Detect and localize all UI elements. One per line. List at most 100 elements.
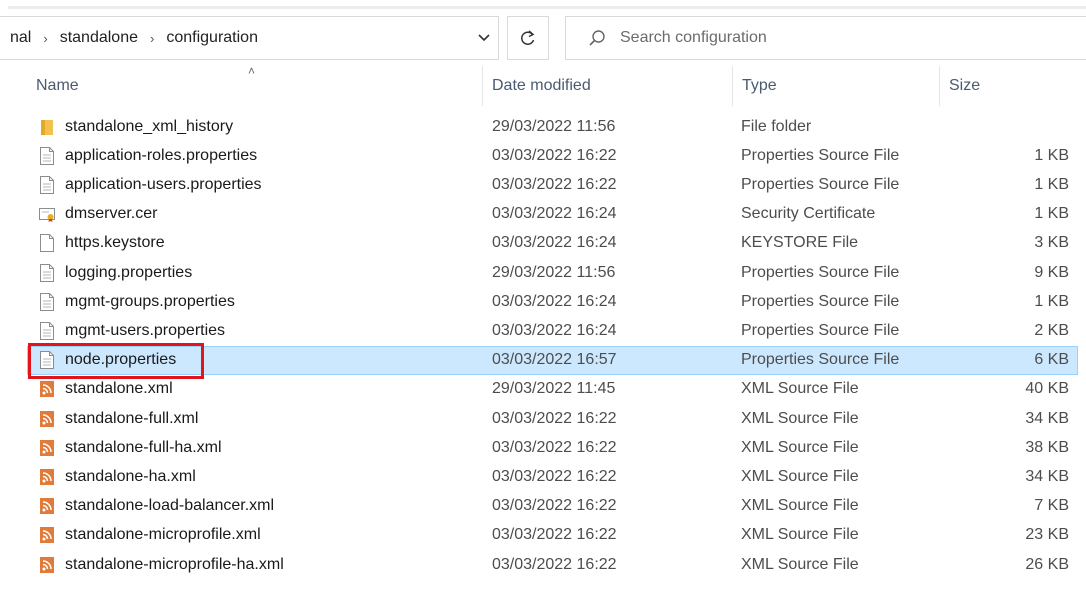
properties-file-icon — [38, 292, 56, 312]
file-row[interactable]: standalone-load-balancer.xml 03/03/2022 1… — [27, 492, 1078, 521]
file-type: KEYSTORE File — [741, 234, 859, 252]
file-name-cell: https.keystore — [38, 230, 165, 257]
xml-file-icon — [38, 525, 56, 545]
file-date-modified: 03/03/2022 16:24 — [492, 292, 617, 310]
file-name: dmserver.cer — [65, 205, 158, 223]
file-type: XML Source File — [741, 467, 859, 485]
file-date-modified: 03/03/2022 16:24 — [492, 321, 617, 339]
file-row[interactable]: https.keystore 03/03/2022 16:24 KEYSTORE F… — [27, 229, 1078, 258]
column-header-size-label: Size — [949, 77, 981, 94]
file-row[interactable]: mgmt-users.properties 03/03/2022 16:24 Pro… — [27, 316, 1078, 345]
file-name-cell: mgmt-groups.properties — [38, 288, 235, 315]
file-size: 34 KB — [1025, 467, 1069, 485]
file-date-modified: 03/03/2022 16:22 — [492, 409, 617, 427]
file-size: 3 KB — [1034, 234, 1069, 252]
file-row[interactable]: standalone-microprofile.xml 03/03/2022 16… — [27, 521, 1078, 550]
file-name-cell: application-roles.properties — [38, 142, 257, 169]
file-row[interactable]: dmserver.cer 03/03/2022 16:24 Security Cer… — [27, 200, 1078, 229]
file-name: standalone-microprofile.xml — [65, 526, 261, 544]
window-top-edge — [0, 0, 1086, 10]
file-row[interactable]: application-users.properties 03/03/2022 1… — [27, 170, 1078, 199]
column-header-date-label: Date modified — [492, 77, 591, 94]
chevron-right-icon: › — [150, 30, 155, 46]
properties-file-icon — [38, 350, 56, 370]
file-row[interactable]: standalone-ha.xml 03/03/2022 16:22 XML Sou… — [27, 462, 1078, 491]
address-history-dropdown[interactable] — [470, 17, 498, 59]
file-row[interactable]: standalone-full.xml 03/03/2022 16:22 XML S… — [27, 404, 1078, 433]
file-name-cell: standalone-load-balancer.xml — [38, 493, 274, 520]
column-header-row: Name ˄ Date modified Type Size — [0, 64, 1086, 106]
file-type: XML Source File — [741, 497, 859, 515]
file-row[interactable]: standalone-microprofile-ha.xml 03/03/2022… — [27, 550, 1078, 579]
refresh-button[interactable] — [507, 16, 549, 60]
properties-file-icon — [38, 263, 56, 283]
file-date-modified: 29/03/2022 11:56 — [492, 263, 616, 281]
search-icon — [588, 29, 606, 47]
file-size: 9 KB — [1034, 263, 1069, 281]
file-row[interactable]: application-roles.properties 03/03/2022 1… — [27, 141, 1078, 170]
file-date-modified: 03/03/2022 16:22 — [492, 175, 617, 193]
file-size: 7 KB — [1034, 497, 1069, 515]
properties-file-icon — [38, 321, 56, 341]
file-type: XML Source File — [741, 438, 859, 456]
column-header-type-label: Type — [742, 77, 777, 94]
file-name-cell: node.properties — [38, 347, 176, 374]
file-name: standalone-full-ha.xml — [65, 438, 222, 456]
file-name: https.keystore — [65, 234, 165, 252]
file-name-cell: standalone-full.xml — [38, 405, 198, 432]
file-type: Properties Source File — [741, 292, 900, 310]
search-placeholder: Search configuration — [620, 29, 767, 46]
file-date-modified: 29/03/2022 11:45 — [492, 380, 616, 398]
address-bar[interactable]: nal › standalone › configuration — [0, 16, 499, 60]
file-size: 1 KB — [1034, 205, 1069, 223]
file-row[interactable]: mgmt-groups.properties 03/03/2022 16:24 Pr… — [27, 287, 1078, 316]
file-date-modified: 29/03/2022 11:56 — [492, 117, 616, 135]
file-name: standalone-load-balancer.xml — [65, 497, 275, 515]
file-date-modified: 03/03/2022 16:22 — [492, 497, 617, 515]
file-size: 26 KB — [1025, 555, 1069, 573]
file-name-cell: logging.properties — [38, 259, 192, 286]
xml-file-icon — [38, 379, 56, 399]
file-name-cell: standalone_xml_history — [38, 113, 233, 140]
file-row[interactable]: node.properties 03/03/2022 16:57 Propertie… — [27, 345, 1078, 375]
chevron-right-icon: › — [43, 30, 48, 46]
file-size: 1 KB — [1034, 175, 1069, 193]
file-type: Security Certificate — [741, 205, 876, 223]
file-name-cell: standalone-ha.xml — [38, 463, 196, 490]
xml-file-icon — [38, 409, 56, 429]
file-name-cell: mgmt-users.properties — [38, 317, 225, 344]
column-header-date[interactable]: Date modified — [482, 66, 732, 106]
xml-file-icon — [38, 467, 56, 487]
file-size: 6 KB — [1034, 351, 1069, 369]
breadcrumb-item-standalone[interactable]: standalone — [60, 29, 138, 47]
file-date-modified: 03/03/2022 16:22 — [492, 555, 617, 573]
file-size: 1 KB — [1034, 146, 1069, 164]
file-name: standalone-ha.xml — [65, 467, 196, 485]
column-header-size[interactable]: Size — [939, 66, 1086, 106]
file-type: Properties Source File — [741, 146, 900, 164]
file-date-modified: 03/03/2022 16:22 — [492, 467, 617, 485]
file-row[interactable]: standalone-full-ha.xml 03/03/2022 16:22 XM… — [27, 433, 1078, 462]
file-name-cell: dmserver.cer — [38, 201, 157, 228]
file-name: standalone-full.xml — [65, 409, 199, 427]
breadcrumb-item-configuration[interactable]: configuration — [166, 29, 258, 47]
xml-file-icon — [38, 555, 56, 575]
xml-file-icon — [38, 438, 56, 458]
file-name-cell: standalone-full-ha.xml — [38, 434, 222, 461]
file-row[interactable]: standalone_xml_history 29/03/2022 11:56 Fi… — [27, 112, 1078, 141]
file-type: XML Source File — [741, 409, 859, 427]
column-header-name-label: Name — [36, 77, 79, 94]
file-date-modified: 03/03/2022 16:57 — [492, 351, 617, 369]
file-row[interactable]: logging.properties 29/03/2022 11:56 Proper… — [27, 258, 1078, 287]
column-header-type[interactable]: Type — [732, 66, 939, 106]
file-row[interactable]: standalone.xml 29/03/2022 11:45 XML Source… — [27, 375, 1078, 404]
file-size: 40 KB — [1025, 380, 1069, 398]
search-input[interactable]: Search configuration — [565, 16, 1086, 60]
certificate-icon — [38, 204, 56, 224]
folder-icon — [38, 117, 56, 137]
blank-file-icon — [38, 233, 56, 253]
breadcrumb-item-parent[interactable]: nal — [10, 29, 31, 47]
file-size: 34 KB — [1025, 409, 1069, 427]
file-name: logging.properties — [65, 263, 193, 281]
file-size: 38 KB — [1025, 438, 1069, 456]
